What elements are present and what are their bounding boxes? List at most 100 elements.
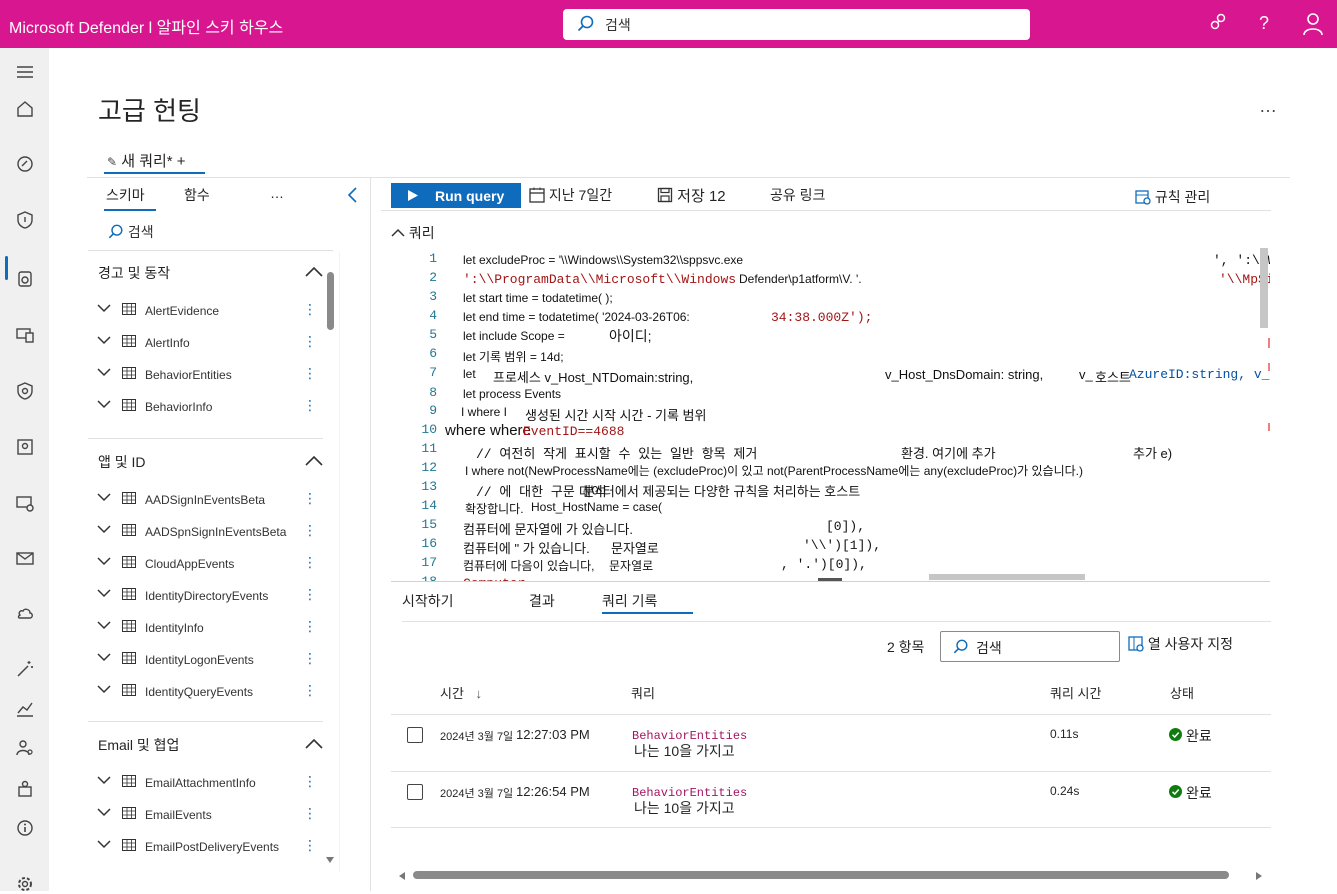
chevron-down-icon[interactable] [97, 620, 111, 630]
chevron-down-icon[interactable] [97, 399, 111, 409]
reports-icon[interactable] [15, 699, 35, 719]
schema-table-row[interactable]: AlertInfo ⋮ [97, 332, 322, 352]
row-checkbox[interactable] [407, 784, 423, 800]
tab-new-query[interactable]: ✎ 새 쿼리* + [107, 150, 186, 171]
chevron-down-icon[interactable] [97, 652, 111, 662]
chevron-up-icon[interactable] [305, 738, 323, 750]
global-search-input[interactable]: 검색 [563, 9, 1030, 40]
schema-table-row[interactable]: CloudAppEvents ⋮ [97, 553, 322, 573]
chevron-down-icon[interactable] [97, 807, 111, 817]
schema-table-row[interactable]: EmailEvents ⋮ [97, 804, 322, 824]
more-vertical-icon[interactable]: ⋮ [303, 617, 317, 635]
schema-table-row[interactable]: IdentityDirectoryEvents ⋮ [97, 585, 322, 605]
tab-results[interactable]: 결과 [529, 591, 555, 611]
scroll-right-icon[interactable] [1255, 871, 1263, 881]
scroll-down-icon[interactable] [325, 856, 335, 864]
more-vertical-icon[interactable]: ⋮ [303, 521, 317, 539]
more-vertical-icon[interactable]: ⋮ [303, 585, 317, 603]
schema-table-row[interactable]: IdentityLogonEvents ⋮ [97, 649, 322, 669]
chevron-down-icon[interactable] [97, 556, 111, 566]
shield-icon[interactable] [15, 210, 35, 230]
chevron-down-icon[interactable] [97, 775, 111, 785]
info-icon[interactable] [15, 818, 35, 838]
more-vertical-icon[interactable]: ⋮ [303, 364, 317, 382]
assets-icon[interactable] [15, 269, 35, 289]
query-section-toggle[interactable]: 쿼리 [391, 223, 435, 243]
more-vertical-icon[interactable]: ⋮ [303, 489, 317, 507]
schema-table-row[interactable]: EmailPostDeliveryEvents ⋮ [97, 836, 322, 856]
hamburger-icon[interactable] [15, 62, 35, 82]
manage-rules-button[interactable]: 규칙 관리 [1135, 187, 1210, 207]
email-icon[interactable] [15, 548, 35, 568]
schema-table-row[interactable]: BehaviorInfo ⋮ [97, 396, 322, 416]
chevron-down-icon[interactable] [97, 524, 111, 534]
more-vertical-icon[interactable]: ⋮ [303, 300, 317, 318]
customize-columns-button[interactable]: 열 사용자 지정 [1128, 634, 1233, 654]
col-header-query[interactable]: 쿼리 [631, 683, 655, 702]
schema-table-row[interactable]: EmailAttachmentInfo ⋮ [97, 772, 322, 792]
col-header-status[interactable]: 상태 [1170, 683, 1194, 702]
schema-table-row[interactable]: AlertEvidence ⋮ [97, 300, 322, 320]
more-vertical-icon[interactable]: ⋮ [303, 396, 317, 414]
scroll-left-icon[interactable] [398, 871, 406, 881]
results-hscrollbar[interactable] [413, 871, 1229, 879]
schema-table-row[interactable]: IdentityInfo ⋮ [97, 617, 322, 637]
chevron-down-icon[interactable] [97, 303, 111, 313]
home-icon[interactable] [15, 99, 35, 119]
editor-hscrollbar[interactable] [929, 574, 1085, 580]
cloud-icon[interactable] [15, 603, 35, 623]
schema-search-input[interactable]: 검색 [108, 222, 154, 242]
more-vertical-icon[interactable]: ⋮ [303, 804, 317, 822]
chevron-up-icon[interactable] [305, 266, 323, 278]
col-header-time[interactable]: 시간 ↓ [440, 683, 482, 702]
more-vertical-icon[interactable]: ⋮ [303, 649, 317, 667]
partners-icon[interactable] [15, 738, 35, 758]
chevron-up-icon[interactable] [305, 455, 323, 467]
page-more-button[interactable]: … [1259, 96, 1277, 117]
col-header-duration[interactable]: 쿼리 시간 [1050, 683, 1101, 702]
devices-icon[interactable] [15, 325, 35, 345]
help-icon[interactable]: ? [1255, 12, 1275, 34]
schema-table-row[interactable]: AADSignInEventsBeta ⋮ [97, 489, 322, 509]
save-button[interactable]: 저장 12 [657, 185, 726, 206]
more-vertical-icon[interactable]: ⋮ [303, 553, 317, 571]
left-more-button[interactable]: … [270, 185, 284, 201]
more-vertical-icon[interactable]: ⋮ [303, 332, 317, 350]
chevron-down-icon[interactable] [97, 588, 111, 598]
identities-icon[interactable] [15, 437, 35, 457]
editor-vscrollbar[interactable] [1260, 248, 1268, 328]
schema-section-title[interactable]: 앱 및 ID [98, 452, 146, 472]
schema-table-row[interactable]: BehaviorEntities ⋮ [97, 364, 322, 384]
more-vertical-icon[interactable]: ⋮ [303, 836, 317, 854]
wand-icon[interactable] [15, 659, 35, 679]
settings-icon[interactable] [15, 874, 35, 894]
schema-table-row[interactable]: AADSpnSignInEventsBeta ⋮ [97, 521, 322, 541]
schema-section-title[interactable]: Email 및 협업 [98, 735, 179, 755]
device-settings-icon[interactable] [15, 493, 35, 513]
query-editor[interactable]: 1 let excludeProc = '\\Windows\\System32\… [391, 248, 1270, 582]
incidents-icon[interactable] [15, 154, 35, 174]
chevron-down-icon[interactable] [97, 367, 111, 377]
chevron-down-icon[interactable] [97, 335, 111, 345]
tab-getting-started[interactable]: 시작하기 [402, 591, 454, 611]
history-search-input[interactable]: 검색 [940, 631, 1120, 662]
row-checkbox[interactable] [407, 727, 423, 743]
community-icon[interactable] [1208, 12, 1228, 34]
endpoints-icon[interactable] [15, 381, 35, 401]
schema-section-title[interactable]: 경고 및 동작 [98, 263, 170, 283]
more-vertical-icon[interactable]: ⋮ [303, 681, 317, 699]
tab-functions[interactable]: 함수 [184, 185, 210, 205]
run-query-button[interactable]: Run query [391, 183, 521, 208]
chevron-down-icon[interactable] [97, 684, 111, 694]
tab-schema[interactable]: 스키마 [106, 185, 145, 205]
more-vertical-icon[interactable]: ⋮ [303, 772, 317, 790]
schema-table-row[interactable]: IdentityQueryEvents ⋮ [97, 681, 322, 701]
chevron-down-icon[interactable] [97, 839, 111, 849]
schema-scrollbar[interactable] [327, 272, 334, 330]
share-link-button[interactable]: 공유 링크 [770, 185, 825, 205]
chevron-down-icon[interactable] [97, 492, 111, 502]
account-icon[interactable] [1303, 12, 1323, 36]
collapse-panel-icon[interactable] [346, 186, 358, 204]
permissions-icon[interactable] [15, 779, 35, 799]
time-range-button[interactable]: 지난 7일간 [529, 185, 612, 205]
